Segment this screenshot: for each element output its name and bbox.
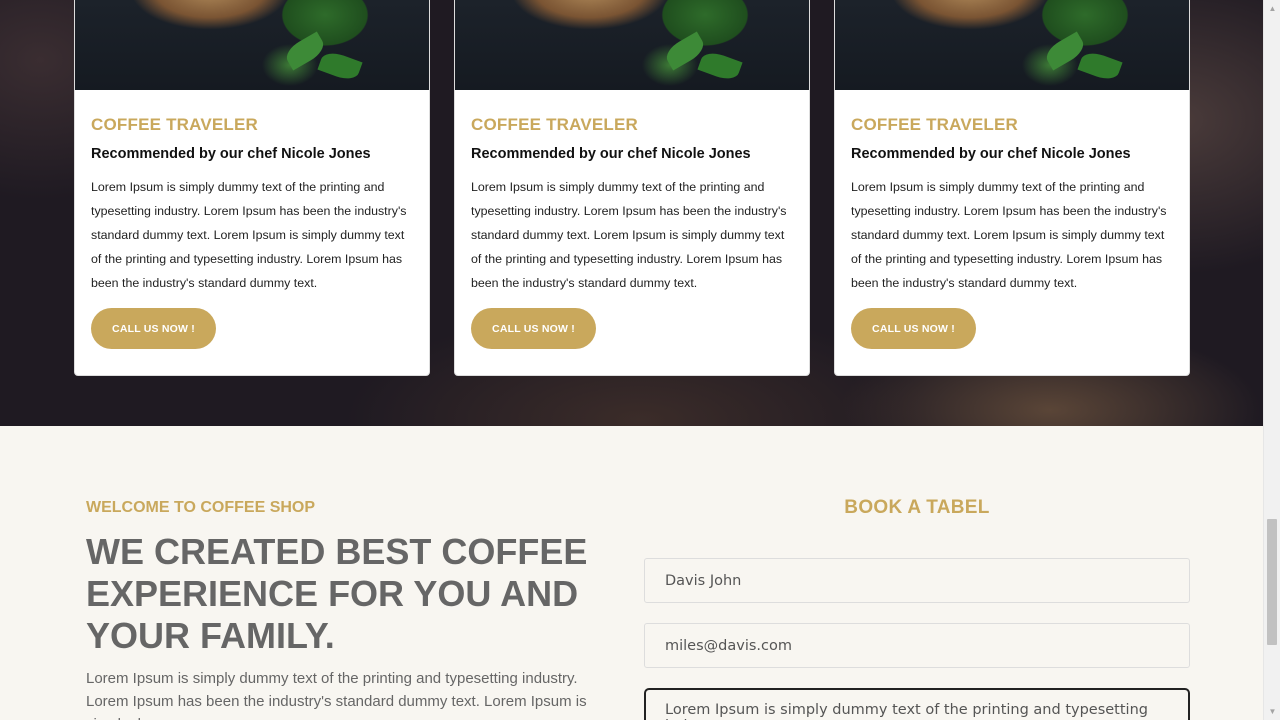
call-us-button[interactable]: CALL US NOW ! — [91, 308, 216, 349]
page-scrollbar[interactable]: ▲ ▼ — [1263, 0, 1280, 720]
call-us-button[interactable]: CALL US NOW ! — [851, 308, 976, 349]
menu-section: COFFEE TRAVELER Recommended by our chef … — [0, 0, 1263, 426]
welcome-label: WELCOME TO COFFEE SHOP — [86, 499, 316, 516]
welcome-headline: WE CREATED BEST COFFEE EXPERIENCE FOR YO… — [86, 531, 588, 656]
card-food-image — [835, 0, 1189, 90]
scroll-down-icon[interactable]: ▼ — [1264, 703, 1280, 720]
menu-card: COFFEE TRAVELER Recommended by our chef … — [74, 0, 430, 376]
scroll-thumb[interactable] — [1267, 519, 1277, 645]
message-field[interactable]: Lorem Ipsum is simply dummy text of the … — [644, 688, 1190, 720]
call-us-button[interactable]: CALL US NOW ! — [471, 308, 596, 349]
card-description: Lorem Ipsum is simply dummy text of the … — [851, 180, 1167, 290]
book-table-title: BOOK A TABEL — [844, 497, 990, 518]
card-subtitle: Recommended by our chef Nicole Jones — [471, 146, 751, 162]
card-description: Lorem Ipsum is simply dummy text of the … — [471, 180, 787, 290]
card-title: COFFEE TRAVELER — [471, 115, 639, 134]
scroll-up-icon[interactable]: ▲ — [1264, 0, 1280, 17]
welcome-text: Lorem Ipsum is simply dummy text of the … — [86, 670, 587, 720]
menu-card: COFFEE TRAVELER Recommended by our chef … — [454, 0, 810, 376]
name-field[interactable] — [644, 558, 1190, 603]
menu-card: COFFEE TRAVELER Recommended by our chef … — [834, 0, 1190, 376]
card-subtitle: Recommended by our chef Nicole Jones — [91, 146, 371, 162]
card-description: Lorem Ipsum is simply dummy text of the … — [91, 180, 407, 290]
card-food-image — [75, 0, 429, 90]
card-title: COFFEE TRAVELER — [851, 115, 1019, 134]
card-food-image — [455, 0, 809, 90]
email-field[interactable] — [644, 623, 1190, 668]
card-title: COFFEE TRAVELER — [91, 115, 259, 134]
card-subtitle: Recommended by our chef Nicole Jones — [851, 146, 1131, 162]
